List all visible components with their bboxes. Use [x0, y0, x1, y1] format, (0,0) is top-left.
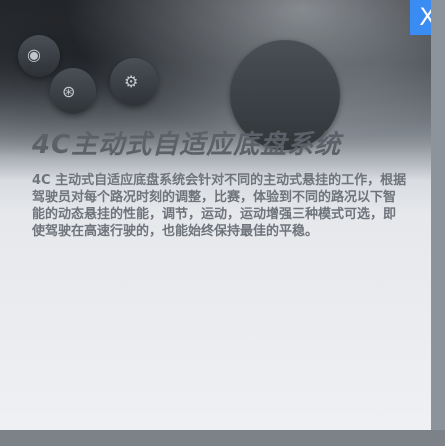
camera-icon: ◉ — [27, 45, 41, 64]
popup-description: 4C 主动式自适应底盘系统会针对不同的主动式悬挂的工作，根据驾驶员对每个路况时刻… — [32, 173, 407, 239]
steering-icon: ⊛ — [62, 82, 76, 101]
info-popup: ◉ ⊛ ⚙ 4C主动式自适应底盘系统 4C 主动式自适应底盘系统会针对不同的主动… — [0, 0, 431, 430]
right-margin — [431, 0, 445, 446]
bottom-margin — [0, 430, 445, 446]
popup-title: 4C主动式自适应底盘系统 — [32, 130, 342, 160]
wrench-icon: ⚙ — [124, 72, 139, 91]
